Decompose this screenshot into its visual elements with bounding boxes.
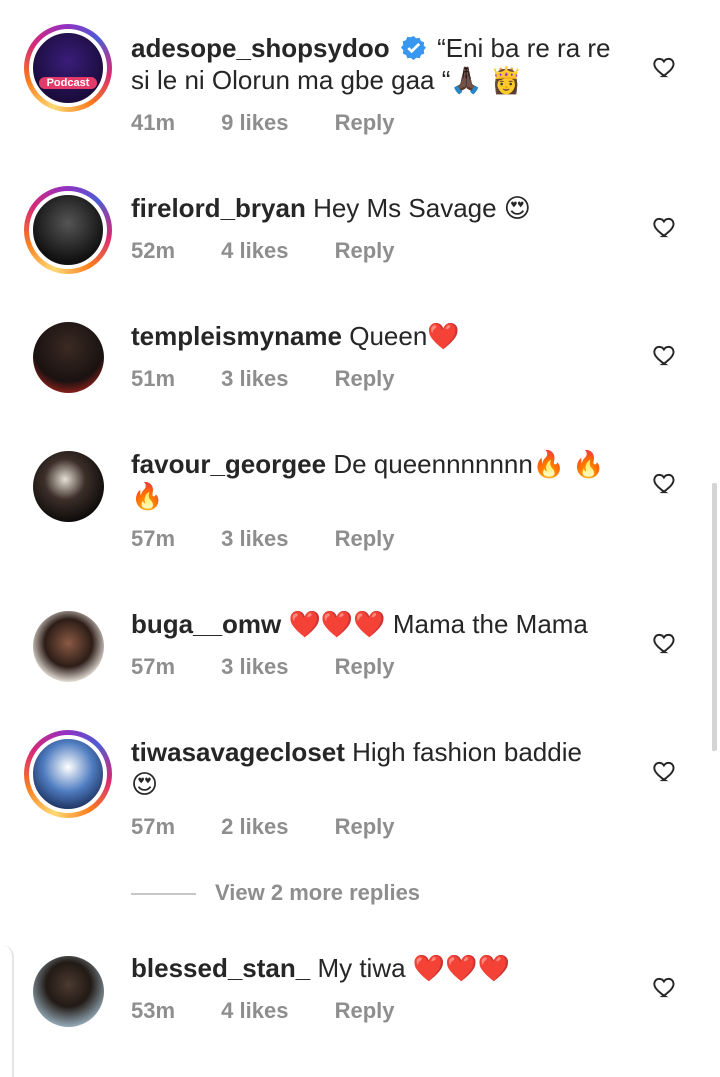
comment-text: Queen❤️ (349, 321, 460, 351)
heart-outline-icon[interactable] (652, 758, 678, 784)
comment-line: favour_georgee De queennnnnnn🔥 🔥 (131, 446, 605, 482)
scrollbar[interactable] (712, 483, 717, 751)
timestamp: 53m (131, 998, 176, 1023)
comment-text: My tiwa ❤️❤️❤️ (317, 953, 510, 983)
username[interactable]: adesope_shopsydoo (131, 33, 390, 63)
comment-text: ❤️❤️❤️ Mama the Mama (288, 609, 588, 639)
comment-text-continued: 😍 (131, 769, 159, 799)
comment-meta: 57m 3 likes Reply (131, 654, 435, 680)
comment-text-continued: si le ni Olorun ma gbe gaa “🙏🏿 👸 (131, 65, 523, 95)
heart-outline-icon[interactable] (652, 342, 678, 368)
view-more-replies[interactable]: View 2 more replies (131, 880, 551, 916)
avatar[interactable] (33, 956, 104, 1027)
comment-meta: 57m 3 likes Reply (131, 526, 435, 552)
comment-line: tiwasavagecloset High fashion baddie (131, 734, 582, 770)
reply-button[interactable]: Reply (335, 526, 395, 551)
panel-edge (0, 945, 14, 1077)
reply-button[interactable]: Reply (335, 366, 395, 391)
heart-outline-icon[interactable] (652, 214, 678, 240)
heart-outline-icon[interactable] (652, 54, 678, 80)
comment-line: adesope_shopsydoo “Eni ba re ra re (131, 30, 611, 66)
comment-meta: 52m 4 likes Reply (131, 238, 435, 264)
timestamp: 57m (131, 814, 176, 839)
avatar-wrapper[interactable] (33, 322, 104, 393)
story-ring[interactable] (24, 186, 112, 274)
avatar[interactable] (33, 611, 104, 682)
view-more-replies-label[interactable]: View 2 more replies (215, 880, 420, 906)
avatar-wrapper[interactable] (33, 451, 104, 522)
comment-text: High fashion baddie (352, 737, 582, 767)
story-ring[interactable] (24, 730, 112, 818)
verified-badge-icon (400, 36, 426, 60)
username[interactable]: blessed_stan_ (131, 953, 310, 983)
username[interactable]: favour_georgee (131, 449, 326, 479)
username[interactable]: firelord_bryan (131, 193, 306, 223)
username[interactable]: templeismyname (131, 321, 342, 351)
avatar-podcast-label: Podcast (39, 77, 97, 89)
likes-count[interactable]: 3 likes (221, 366, 288, 391)
reply-button[interactable]: Reply (335, 998, 395, 1023)
avatar[interactable] (29, 735, 107, 813)
comment-line: buga__omw ❤️❤️❤️ Mama the Mama (131, 606, 588, 642)
heart-outline-icon[interactable] (652, 470, 678, 496)
heart-outline-icon[interactable] (652, 630, 678, 656)
likes-count[interactable]: 2 likes (221, 814, 288, 839)
timestamp: 52m (131, 238, 176, 263)
avatar[interactable] (33, 451, 104, 522)
likes-count[interactable]: 9 likes (221, 110, 288, 135)
divider-line (131, 893, 196, 895)
avatar-wrapper[interactable] (33, 956, 104, 1027)
timestamp: 57m (131, 526, 176, 551)
likes-count[interactable]: 4 likes (221, 238, 288, 263)
timestamp: 57m (131, 654, 176, 679)
timestamp: 51m (131, 366, 176, 391)
avatar-wrapper[interactable] (33, 611, 104, 682)
comment-text: “Eni ba re ra re (437, 33, 611, 63)
username[interactable]: buga__omw (131, 609, 281, 639)
heart-outline-icon[interactable] (652, 974, 678, 1000)
likes-count[interactable]: 4 likes (221, 998, 288, 1023)
reply-button[interactable]: Reply (335, 654, 395, 679)
username[interactable]: tiwasavagecloset (131, 737, 345, 767)
comment-meta: 41m 9 likes Reply (131, 110, 435, 136)
likes-count[interactable]: 3 likes (221, 526, 288, 551)
comment-meta: 57m 2 likes Reply (131, 814, 435, 840)
avatar[interactable] (33, 322, 104, 393)
reply-button[interactable]: Reply (335, 110, 395, 135)
story-ring[interactable]: Podcast (24, 24, 112, 112)
timestamp: 41m (131, 110, 176, 135)
comment-text: De queennnnnnn🔥 🔥 (333, 449, 605, 479)
comment-meta: 53m 4 likes Reply (131, 998, 435, 1024)
likes-count[interactable]: 3 likes (221, 654, 288, 679)
comment-text-continued: 🔥 (131, 481, 164, 511)
comment-meta: 51m 3 likes Reply (131, 366, 435, 392)
avatar[interactable] (29, 191, 107, 269)
reply-button[interactable]: Reply (335, 238, 395, 263)
comment-line: blessed_stan_ My tiwa ❤️❤️❤️ (131, 950, 510, 986)
comment-line: firelord_bryan Hey Ms Savage 😍 (131, 190, 531, 226)
comment-text: Hey Ms Savage 😍 (313, 193, 531, 223)
avatar[interactable]: Podcast (29, 29, 107, 107)
comment-line: templeismyname Queen❤️ (131, 318, 460, 354)
reply-button[interactable]: Reply (335, 814, 395, 839)
